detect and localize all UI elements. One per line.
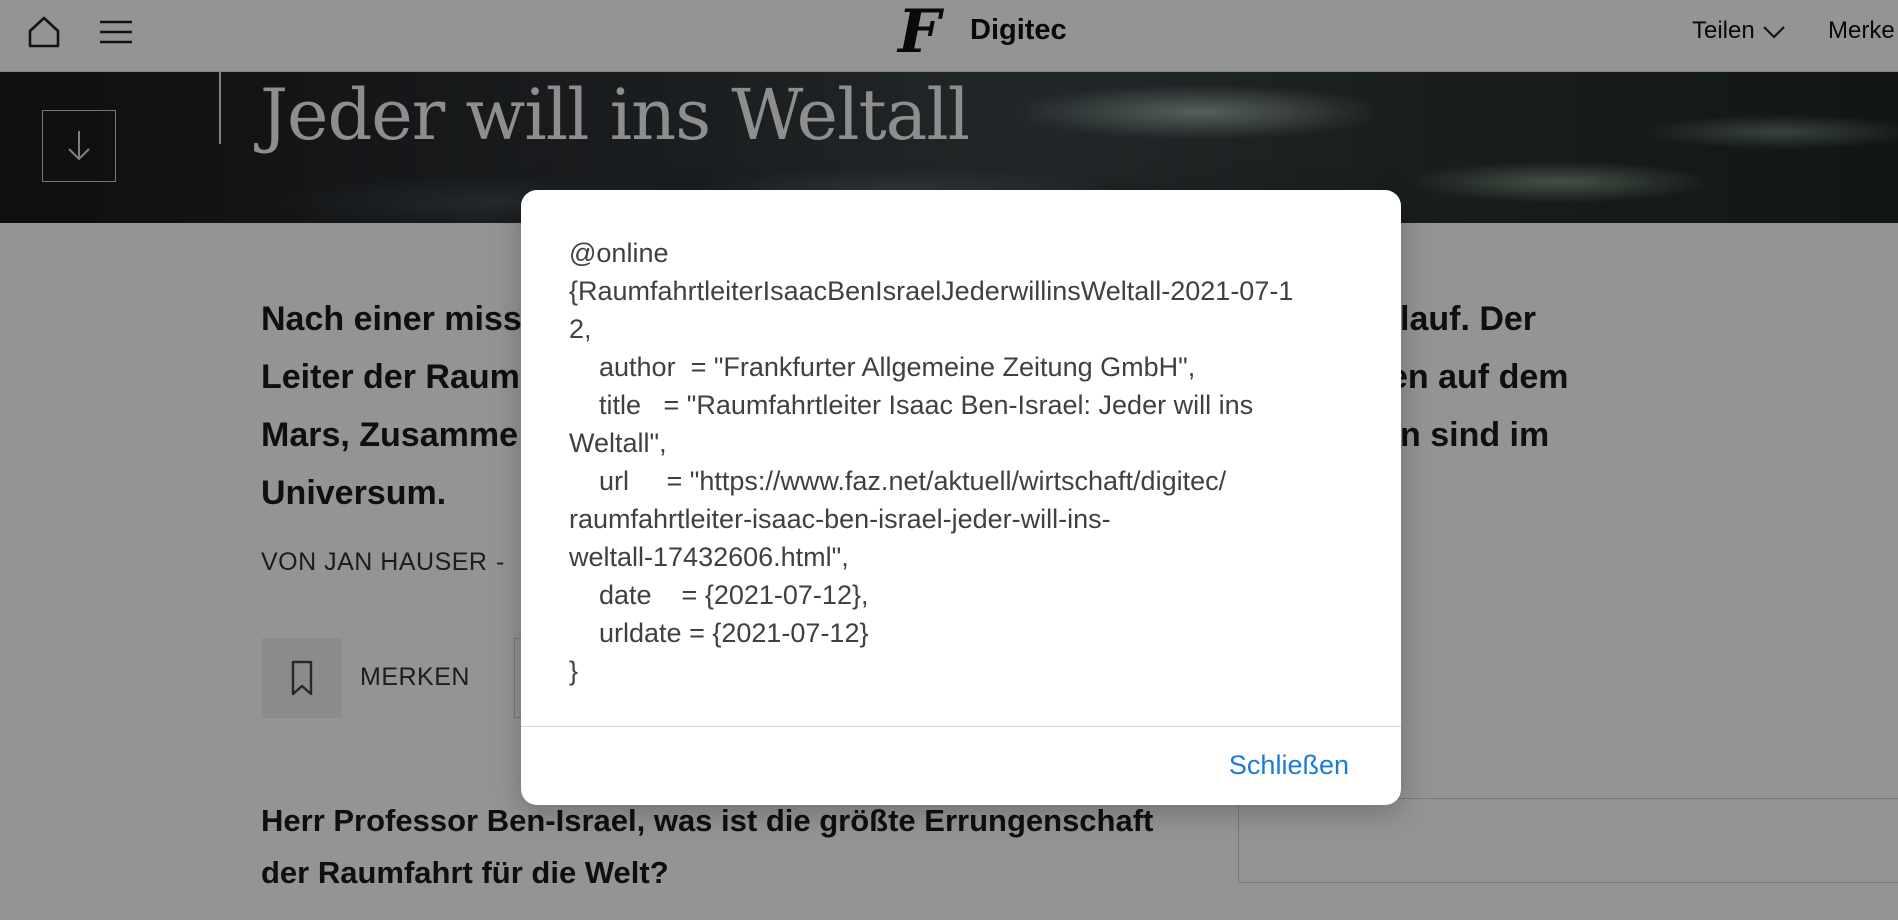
citation-line: raumfahrtleiter-isaac-ben-israel-jeder-w…	[569, 504, 1111, 534]
citation-text: @online {RaumfahrtleiterIsaacBenIsraelJe…	[569, 234, 1369, 805]
citation-line: {RaumfahrtleiterIsaacBenIsraelJederwilli…	[569, 276, 1294, 306]
citation-line: Weltall",	[569, 428, 667, 458]
citation-line: title = "Raumfahrtleiter Isaac Ben-Israe…	[569, 390, 1254, 420]
citation-line: url = "https://www.faz.net/aktuell/wirts…	[569, 466, 1227, 496]
citation-line: weltall-17432606.html",	[569, 542, 849, 572]
citation-line: }	[569, 656, 579, 686]
citation-line: date = {2021-07-12},	[569, 580, 869, 610]
citation-line: @online	[569, 238, 669, 268]
citation-dialog: @online {RaumfahrtleiterIsaacBenIsraelJe…	[521, 190, 1401, 805]
citation-line: urldate = {2021-07-12}	[569, 618, 869, 648]
citation-line: 2,	[569, 314, 592, 344]
citation-line: author = "Frankfurter Allgemeine Zeitung…	[569, 352, 1196, 382]
close-button[interactable]: Schließen	[1229, 750, 1349, 781]
dialog-divider	[521, 726, 1401, 727]
